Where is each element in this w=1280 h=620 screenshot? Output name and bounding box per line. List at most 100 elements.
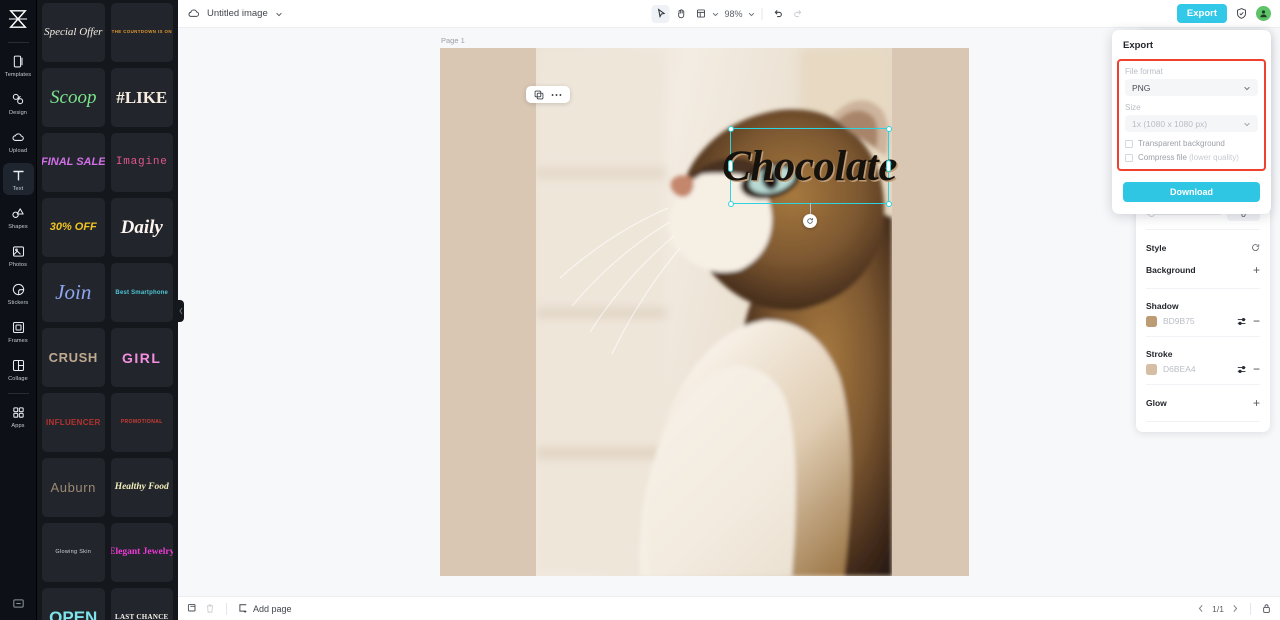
text-template-card[interactable]: THE COUNTDOWN IS ON [110, 3, 173, 62]
shadow-settings-icon[interactable] [1237, 317, 1247, 326]
size-label: Size [1125, 103, 1141, 112]
undo-button[interactable] [769, 5, 787, 23]
export-button[interactable]: Export [1176, 4, 1227, 23]
chevron-down-icon[interactable] [275, 10, 283, 18]
artboard[interactable]: Chocolate [440, 48, 969, 576]
text-template-card[interactable]: Imagine [110, 133, 173, 192]
text-template-card[interactable]: GIRL [110, 328, 173, 387]
text-template-card[interactable]: Best Smartphone [110, 263, 173, 322]
remove-shadow-button[interactable]: − [1253, 315, 1260, 327]
text-template-card[interactable]: Elegant Jewelry [110, 523, 174, 582]
document-title[interactable]: Untitled image [207, 8, 268, 19]
checkbox-box-compress[interactable] [1125, 153, 1133, 162]
text-templates-panel[interactable]: Special Offer THE COUNTDOWN IS ON Scoop #LI… [37, 0, 178, 620]
resize-handle-br[interactable] [885, 200, 892, 207]
checkbox-box-transparent[interactable] [1125, 139, 1133, 148]
chevron-down-icon-zoom[interactable] [748, 10, 756, 18]
text-template-card[interactable]: 30% OFF [42, 198, 105, 257]
zoom-level[interactable]: 98% [721, 9, 745, 19]
sidebar-item-upload[interactable]: Upload [3, 125, 34, 157]
compress-file-checkbox[interactable]: Compress file (lower quality) [1125, 153, 1258, 162]
reset-icon[interactable] [1251, 242, 1260, 254]
user-avatar[interactable] [1256, 6, 1271, 21]
sidebar-item-collage[interactable]: Collage [3, 353, 34, 385]
resize-handle-left[interactable] [728, 160, 733, 172]
sidebar-item-text[interactable]: Text [2, 163, 34, 195]
chevron-right-icon[interactable] [1231, 604, 1239, 613]
layers-icon[interactable] [187, 603, 198, 614]
selected-text-element[interactable]: Chocolate [722, 125, 897, 228]
resize-handle-tl[interactable] [727, 125, 734, 132]
text-template-card[interactable]: Healthy Food [110, 458, 173, 517]
page-label: Page 1 [441, 36, 465, 45]
element-float-toolbar[interactable] [526, 86, 570, 103]
text-template-card[interactable]: Glowing Skin [42, 523, 105, 582]
sidebar-item-shapes[interactable]: Shapes [3, 201, 34, 233]
rail-bottom-button[interactable] [0, 597, 37, 610]
shield-icon[interactable] [1235, 7, 1248, 20]
bottom-separator-2 [1250, 602, 1251, 615]
curve-row[interactable]: Curve + [1146, 429, 1260, 432]
text-template-card[interactable]: INFLUENCER [42, 393, 105, 452]
hand-tool-button[interactable] [671, 5, 689, 23]
add-background-button[interactable]: + [1253, 264, 1260, 276]
sidebar-item-frames[interactable]: Frames [3, 315, 34, 347]
photos-icon [10, 243, 27, 260]
chevron-down-icon-layout[interactable] [711, 10, 719, 18]
size-value: 1x (1080 x 1080 px) [1132, 118, 1208, 129]
panel-collapse-handle[interactable] [178, 300, 184, 322]
transparent-background-checkbox[interactable]: Transparent background [1125, 139, 1258, 148]
text-template-card[interactable]: Special Offer [42, 3, 105, 62]
cloud-save-icon[interactable] [187, 7, 200, 20]
redo-button[interactable] [789, 5, 807, 23]
text-template-card[interactable]: OPEN [42, 588, 105, 620]
text-template-card[interactable]: Auburn [42, 458, 105, 517]
style-row[interactable]: Style [1146, 237, 1260, 259]
rotate-handle-icon[interactable] [802, 214, 817, 228]
sidebar-item-templates[interactable]: Templates [3, 49, 34, 81]
glow-row[interactable]: Glow + [1146, 392, 1260, 414]
text-template-card[interactable]: Daily [110, 198, 173, 257]
text-template-card[interactable]: PROMOTIONAL [110, 393, 173, 452]
size-select[interactable]: 1x (1080 x 1080 px) [1125, 115, 1258, 132]
more-horizontal-icon[interactable] [551, 93, 562, 97]
chevron-left-icon[interactable] [1197, 604, 1205, 613]
sidebar-item-photos[interactable]: Photos [3, 239, 34, 271]
logo-icon[interactable] [6, 8, 30, 30]
text-template-label: Elegant Jewelry [110, 546, 174, 557]
add-glow-button[interactable]: + [1253, 397, 1260, 409]
select-tool-button[interactable] [651, 4, 670, 23]
file-format-select[interactable]: PNG [1125, 79, 1258, 96]
download-button[interactable]: Download [1123, 182, 1260, 202]
text-template-label: Best Smartphone [115, 289, 169, 296]
sidebar-item-apps[interactable]: Apps [3, 400, 34, 432]
lock-icon[interactable] [1262, 603, 1271, 614]
text-template-card[interactable]: CRUSH [42, 328, 105, 387]
text-template-card[interactable]: LAST CHANCE [110, 588, 173, 620]
layout-tool-button[interactable] [691, 5, 709, 23]
text-template-card[interactable]: Join [42, 263, 105, 322]
stroke-settings-icon[interactable] [1237, 365, 1247, 374]
sidebar-item-stickers[interactable]: Stickers [3, 277, 34, 309]
add-page-icon [239, 604, 247, 613]
stroke-color-swatch[interactable] [1146, 363, 1157, 375]
rail-divider [7, 42, 29, 43]
compress-file-label: Compress file (lower quality) [1138, 153, 1239, 162]
remove-stroke-button[interactable]: − [1253, 363, 1260, 375]
duplicate-icon[interactable] [534, 90, 544, 100]
stroke-color-row: D6BEA4 − [1146, 360, 1260, 377]
text-icon [10, 167, 27, 184]
background-row[interactable]: Background + [1146, 259, 1260, 281]
text-template-card[interactable]: #LIKE [110, 68, 173, 127]
add-page-button[interactable]: Add page [238, 603, 292, 614]
text-template-label: INFLUENCER [45, 417, 101, 427]
resize-handle-bl[interactable] [727, 200, 734, 207]
resize-handle-right[interactable] [886, 160, 891, 172]
resize-handle-tr[interactable] [885, 125, 892, 132]
shadow-color-swatch[interactable] [1146, 315, 1157, 327]
text-template-card[interactable]: FINAL SALE [42, 133, 105, 192]
background-label: Background [1146, 265, 1196, 275]
sidebar-item-design[interactable]: Design [3, 87, 34, 119]
text-template-card[interactable]: Scoop [42, 68, 105, 127]
trash-icon[interactable] [205, 603, 215, 614]
